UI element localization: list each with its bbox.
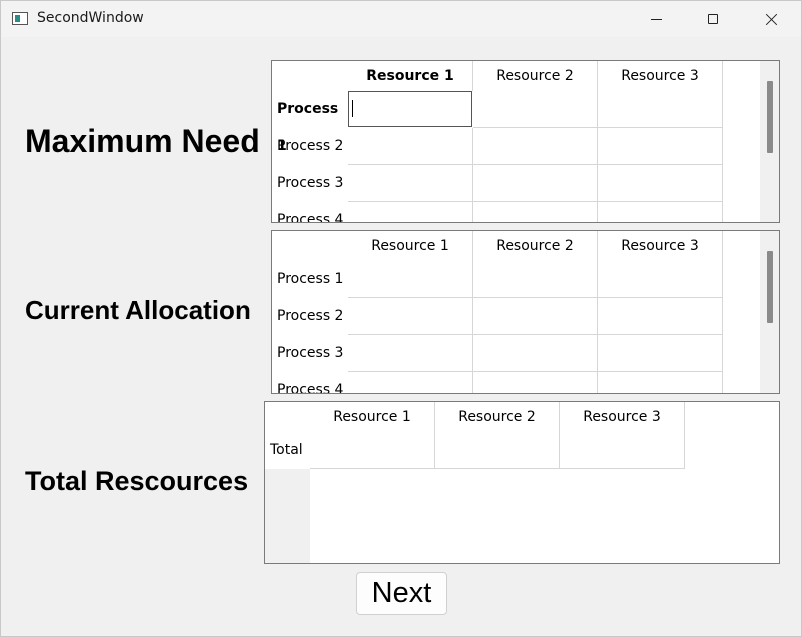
grid-cell[interactable] bbox=[348, 261, 473, 298]
close-button[interactable] bbox=[748, 1, 794, 37]
row-header-process-4[interactable]: Process 4 bbox=[272, 372, 348, 393]
grid-cell[interactable] bbox=[598, 335, 723, 372]
grid-cell[interactable] bbox=[348, 202, 473, 222]
grid-cell[interactable] bbox=[473, 165, 598, 202]
grid-cell[interactable] bbox=[598, 261, 723, 298]
column-header-resource-2[interactable]: Resource 2 bbox=[473, 231, 598, 261]
grid-cell[interactable] bbox=[348, 128, 473, 165]
grid-cell-editing[interactable] bbox=[348, 91, 472, 127]
next-button[interactable]: Next bbox=[356, 572, 447, 615]
column-header-resource-2[interactable]: Resource 2 bbox=[473, 61, 598, 91]
row-header-process-4[interactable]: Process 4 bbox=[272, 202, 348, 222]
grid-cell[interactable] bbox=[473, 335, 598, 372]
grid-cell[interactable] bbox=[348, 372, 473, 393]
current-allocation-label: Current Allocation bbox=[25, 295, 251, 325]
row-header-process-3[interactable]: Process 3 bbox=[272, 335, 348, 372]
scrollbar-thumb[interactable] bbox=[767, 251, 773, 323]
grid-cell[interactable] bbox=[598, 165, 723, 202]
grid-cell[interactable] bbox=[473, 91, 598, 128]
grid-cell[interactable] bbox=[473, 261, 598, 298]
grid-cell[interactable] bbox=[598, 298, 723, 335]
minimize-icon bbox=[650, 18, 662, 20]
row-header-process-1[interactable]: Process 1 bbox=[272, 91, 348, 154]
column-header-resource-1[interactable]: Resource 1 bbox=[348, 231, 473, 261]
grid-cell[interactable] bbox=[598, 128, 723, 165]
grid-cell[interactable] bbox=[473, 298, 598, 335]
scrollbar-thumb[interactable] bbox=[767, 81, 773, 153]
total-resources-label: Total Rescources bbox=[25, 466, 249, 496]
minimize-button[interactable] bbox=[633, 1, 679, 37]
grid-cell[interactable] bbox=[473, 128, 598, 165]
grid-cell[interactable] bbox=[473, 202, 598, 222]
column-header-resource-3[interactable]: Resource 3 bbox=[560, 402, 685, 432]
row-header-process-1[interactable]: Process 1 bbox=[272, 261, 348, 298]
grid-cell[interactable] bbox=[348, 335, 473, 372]
row-header-process-3[interactable]: Process 3 bbox=[272, 165, 348, 202]
row-header-total[interactable]: Total bbox=[265, 432, 310, 469]
column-header-resource-1[interactable]: Resource 1 bbox=[348, 61, 473, 91]
grid-cell[interactable] bbox=[473, 372, 598, 393]
maximize-icon bbox=[708, 14, 718, 24]
current-allocation-grid[interactable]: Resource 1 Resource 2 Resource 3 Process… bbox=[271, 230, 780, 394]
column-header-resource-3[interactable]: Resource 3 bbox=[598, 61, 723, 91]
close-icon bbox=[765, 13, 778, 26]
column-header-resource-1[interactable]: Resource 1 bbox=[310, 402, 435, 432]
grid-cell[interactable] bbox=[310, 432, 435, 469]
grid-cell[interactable] bbox=[560, 432, 685, 469]
column-header-resource-2[interactable]: Resource 2 bbox=[435, 402, 560, 432]
grid-cell[interactable] bbox=[435, 432, 560, 469]
maximum-need-label: Maximum Need bbox=[25, 123, 260, 159]
window-title: SecondWindow bbox=[37, 10, 144, 26]
title-bar[interactable]: SecondWindow bbox=[1, 1, 801, 37]
window-app-icon bbox=[12, 12, 28, 25]
vertical-scrollbar[interactable] bbox=[760, 231, 779, 393]
total-resources-grid[interactable]: Resource 1 Resource 2 Resource 3 Total bbox=[264, 401, 780, 564]
grid-cell[interactable] bbox=[598, 202, 723, 222]
column-header-resource-3[interactable]: Resource 3 bbox=[598, 231, 723, 261]
vertical-scrollbar[interactable] bbox=[760, 61, 779, 222]
maximum-need-grid[interactable]: Resource 1 Resource 2 Resource 3 Process… bbox=[271, 60, 780, 223]
maximize-button[interactable] bbox=[690, 1, 736, 37]
second-window: SecondWindow Maximum Need Current Alloca… bbox=[0, 0, 802, 637]
grid-cell[interactable] bbox=[598, 372, 723, 393]
row-header-process-2[interactable]: Process 2 bbox=[272, 298, 348, 335]
grid-cell[interactable] bbox=[348, 165, 473, 202]
grid-cell[interactable] bbox=[598, 91, 723, 128]
row-header-background bbox=[265, 469, 310, 563]
text-caret bbox=[352, 100, 353, 117]
grid-cell[interactable] bbox=[348, 298, 473, 335]
row-header-process-2[interactable]: Process 2 bbox=[272, 128, 348, 165]
